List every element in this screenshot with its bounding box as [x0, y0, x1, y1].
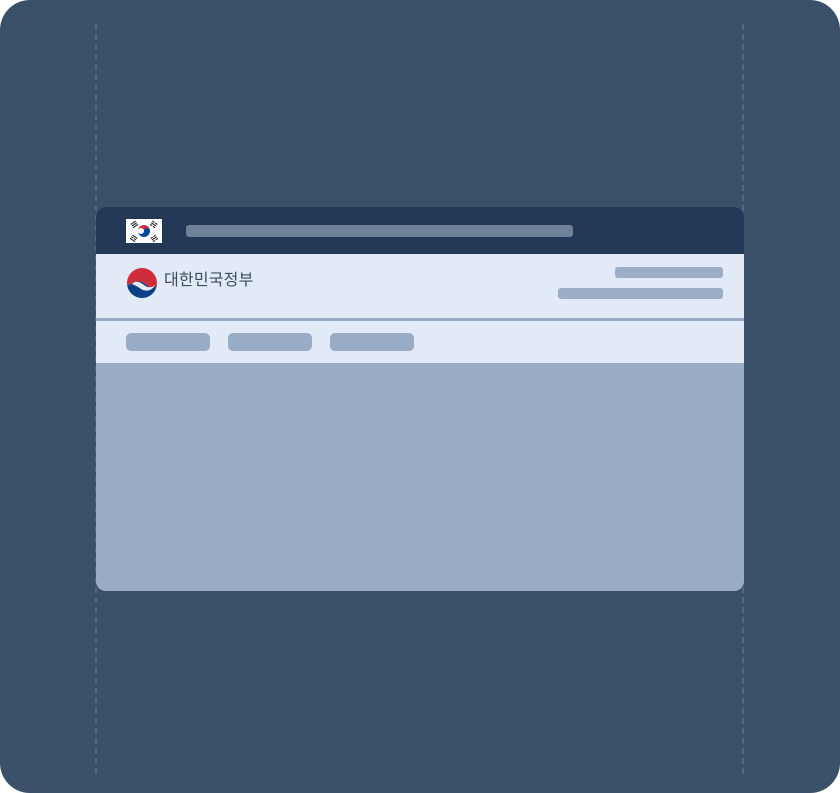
- main-navigation: [96, 321, 744, 363]
- site-header: 대한민국정부: [96, 254, 744, 318]
- search-bar-placeholder: [558, 288, 723, 299]
- banner-text-placeholder: [186, 225, 573, 237]
- canvas-frame: 대한민국정부: [0, 0, 840, 793]
- browser-window: 대한민국정부: [96, 207, 744, 591]
- korea-flag-icon: [126, 219, 162, 243]
- site-name[interactable]: 대한민국정부: [164, 269, 254, 291]
- government-banner-bar: [96, 207, 744, 254]
- government-emblem-icon[interactable]: [126, 267, 158, 299]
- utility-link-placeholder: [615, 267, 723, 278]
- nav-item-placeholder-2[interactable]: [228, 333, 312, 351]
- nav-item-placeholder-3[interactable]: [330, 333, 414, 351]
- content-area-placeholder: [96, 363, 744, 591]
- nav-item-placeholder-1[interactable]: [126, 333, 210, 351]
